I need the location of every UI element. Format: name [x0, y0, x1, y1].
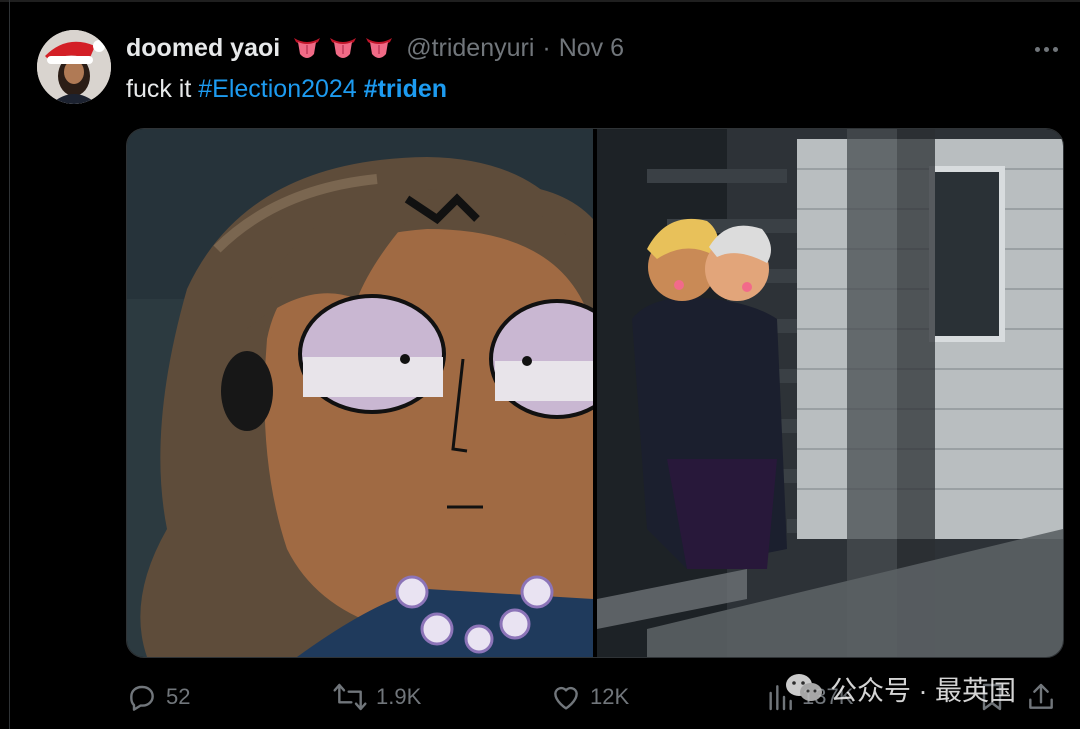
heart-icon — [554, 686, 578, 710]
repost-count: 1.9K — [376, 684, 422, 709]
repost-icon — [333, 683, 367, 711]
hashtag-triden[interactable]: #triden — [364, 75, 447, 103]
media-image-left[interactable] — [127, 129, 625, 657]
more-options-button[interactable] — [1026, 34, 1066, 64]
more-dot-icon — [1052, 46, 1058, 52]
timeline-border — [9, 0, 10, 729]
avatar-image — [37, 30, 111, 104]
share-button[interactable] — [1026, 676, 1064, 718]
media-image-right[interactable] — [597, 129, 1063, 657]
reply-count: 52 — [166, 684, 191, 709]
wechat-logo-icon — [786, 674, 822, 701]
tongue-emoji-icon — [294, 38, 321, 58]
tweet-media[interactable] — [126, 128, 1064, 658]
reply-icon — [130, 685, 154, 711]
more-dot-icon — [1043, 46, 1049, 52]
reply-button[interactable]: 52 — [126, 676, 190, 718]
repost-button[interactable]: 1.9K — [332, 676, 421, 718]
tweet-text-body: fuck it — [126, 75, 199, 103]
like-button[interactable]: 12K — [550, 676, 629, 718]
display-name[interactable]: doomed yaoi — [126, 34, 280, 63]
user-handle[interactable]: @tridenyuri — [406, 34, 534, 63]
tongue-emoji-icon — [330, 38, 357, 58]
wechat-watermark: 公众号 · 最英国 — [784, 668, 1016, 708]
avatar[interactable] — [37, 30, 111, 104]
tongue-emoji-icon — [366, 38, 393, 58]
watermark-text: 公众号 · 最英国 — [830, 675, 1016, 706]
share-icon — [1029, 683, 1053, 709]
name-emojis — [292, 34, 394, 62]
like-count: 12K — [590, 684, 630, 709]
hashtag-election2024[interactable]: #Election2024 — [198, 75, 356, 103]
top-divider — [0, 0, 1080, 2]
tweet-text: fuck it #Election2024 #triden — [126, 72, 447, 106]
more-dot-icon — [1034, 46, 1040, 52]
tweet-timestamp[interactable]: Nov 6 — [559, 34, 624, 63]
separator-dot: · — [542, 33, 551, 62]
tweet-header: doomed yaoi @tridenyuri · Nov 6 — [126, 30, 624, 66]
